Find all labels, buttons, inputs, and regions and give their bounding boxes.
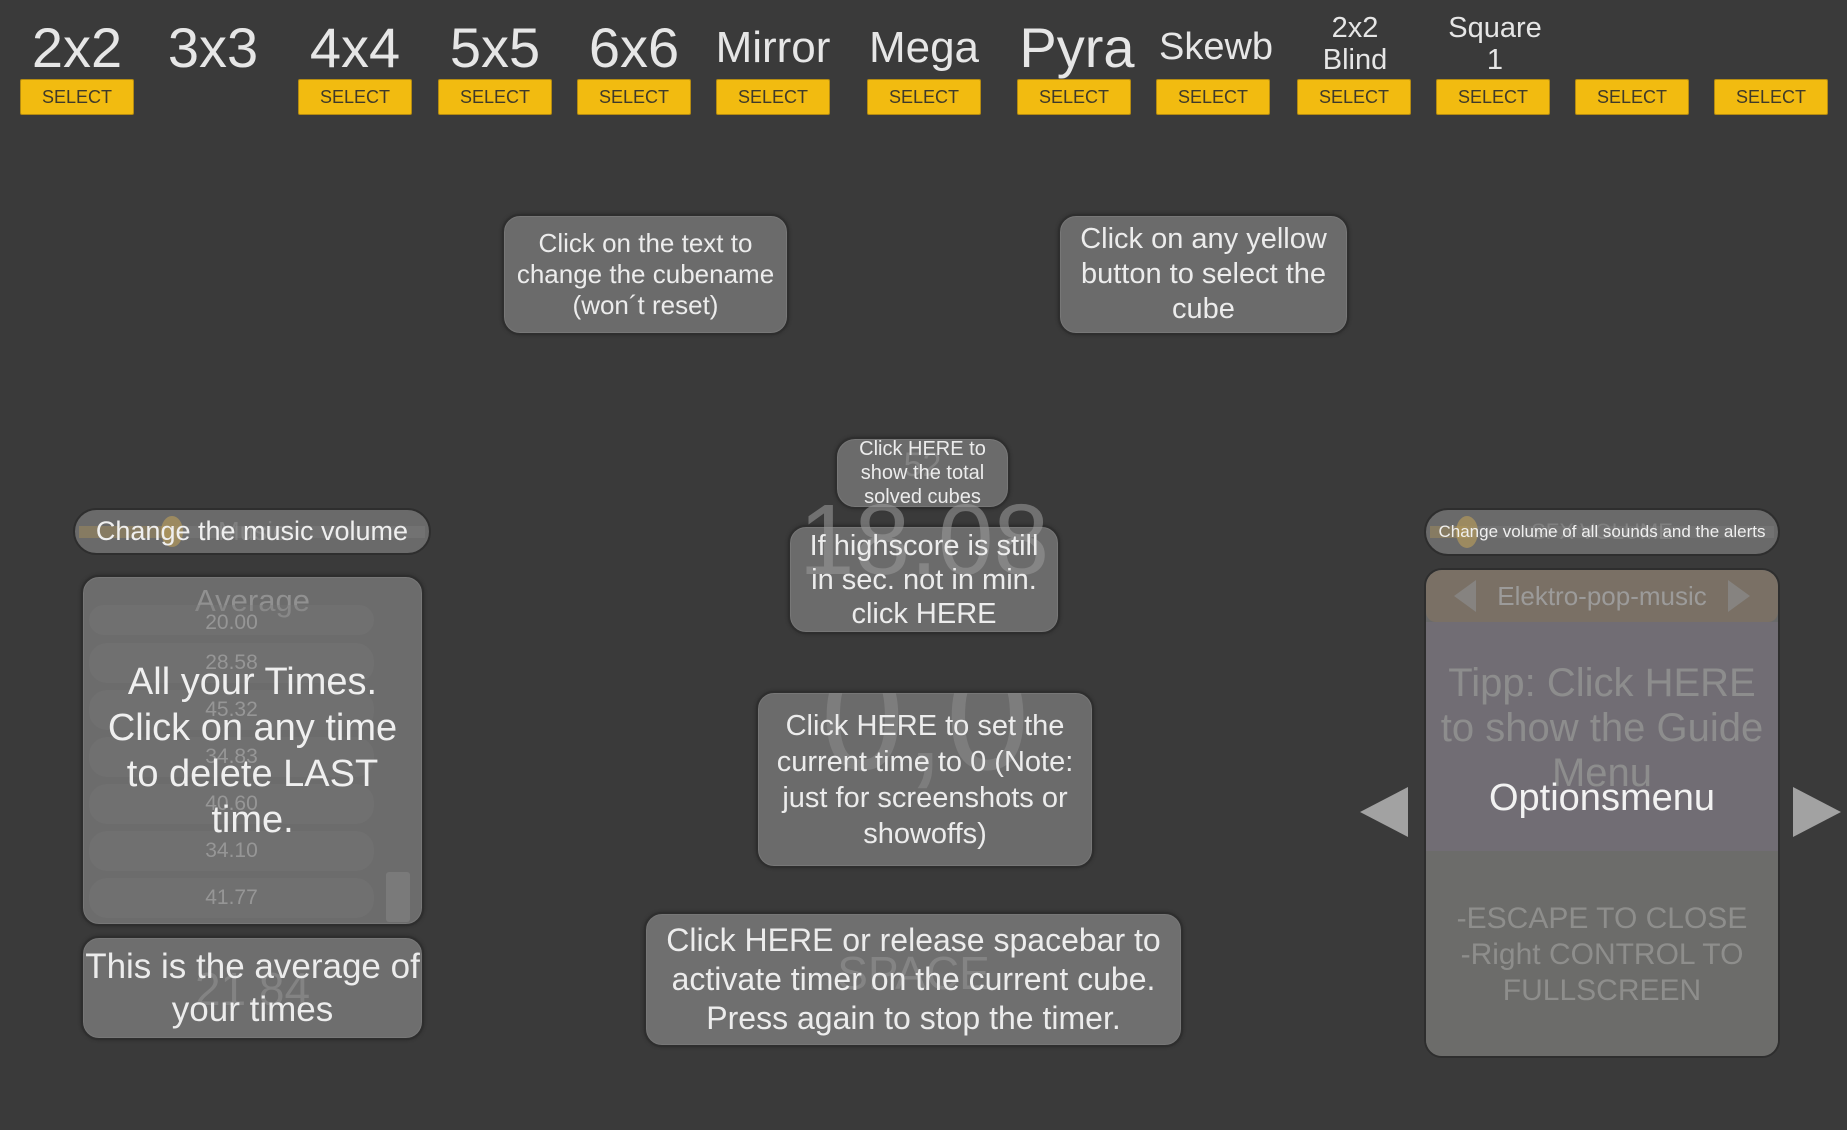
sound-volume-slider[interactable]: SFX VOLUME Change volume of all sounds a… — [1424, 508, 1780, 556]
cube-label-mega[interactable]: Mega — [869, 26, 979, 70]
select-button-4x4[interactable]: SELECT — [298, 79, 412, 115]
music-volume-slider[interactable]: Music Change the music volume — [73, 508, 431, 555]
times-list-tip: All your Times. Click on any time to del… — [107, 661, 398, 841]
total-solved-tip: Click HERE to show the total solved cube… — [859, 438, 986, 508]
music-track-name: Elektro-pop-music — [1497, 580, 1707, 611]
average-tip: This is the average of your times — [85, 947, 420, 1029]
options-hint-escape: -ESCAPE TO CLOSE — [1456, 902, 1748, 935]
cube-label-line: Blind — [1322, 44, 1388, 76]
average-box: 21.84 This is the average of your times — [81, 936, 424, 1040]
highscore-tip: If highscore is still in sec. not in min… — [809, 529, 1039, 630]
cube-label-square-1[interactable]: Square 1 — [1448, 12, 1542, 76]
options-next-arrow-icon[interactable] — [1793, 787, 1841, 837]
select-button-2x2[interactable]: SELECT — [20, 79, 134, 115]
time-entry[interactable]: 41.77 — [89, 878, 374, 918]
times-list-scrollbar[interactable] — [386, 872, 410, 922]
cube-label-2x2[interactable]: 2x2 — [32, 20, 122, 76]
cube-label-line: 1 — [1486, 44, 1504, 76]
cube-label-line: 2x2 — [1331, 12, 1379, 44]
total-solved-button[interactable]: 52 Click HERE to show the total solved c… — [835, 437, 1010, 509]
times-list[interactable]: Average 20.00 28.58 45.32 34.83 40.60 34… — [81, 575, 424, 926]
select-button-mirror[interactable]: SELECT — [716, 79, 830, 115]
music-prev-icon[interactable] — [1454, 580, 1476, 612]
cube-label-5x5[interactable]: 5x5 — [450, 20, 540, 76]
music-volume-label: Change the music volume — [95, 516, 409, 546]
select-button-6x6[interactable]: SELECT — [577, 79, 691, 115]
time-entry[interactable]: 20.00 — [89, 605, 374, 635]
select-button-slot-13[interactable]: SELECT — [1714, 79, 1828, 115]
current-time-button[interactable]: 0,0 Click HERE to set the current time t… — [756, 691, 1094, 868]
timer-button[interactable]: SPACE Click HERE or release spacebar to … — [644, 912, 1183, 1047]
options-menu-title: Optionsmenu — [1488, 777, 1715, 819]
tip-select-text: Click on any yellow button to select the… — [1080, 223, 1327, 325]
select-button-skewb[interactable]: SELECT — [1156, 79, 1270, 115]
tip-cubename-text: Click on the text to change the cubename… — [516, 228, 775, 320]
cube-label-line: Square — [1448, 12, 1542, 44]
options-panel: Elektro-pop-music Tipp: Click HERE to sh… — [1424, 568, 1780, 1058]
select-button-square-1[interactable]: SELECT — [1436, 79, 1550, 115]
guide-menu-tip: Tipp: Click HERE to show the Guide Menu — [1440, 661, 1764, 795]
current-time-tip: Click HERE to set the current time to 0 … — [776, 709, 1074, 850]
guide-menu-button[interactable]: Tipp: Click HERE to show the Guide Menu … — [1426, 622, 1778, 851]
cube-label-3x3[interactable]: 3x3 — [168, 20, 258, 76]
cube-label-pyra[interactable]: Pyra — [1019, 20, 1134, 76]
cube-label-skewb[interactable]: Skewb — [1159, 28, 1273, 66]
tip-select: Click on any yellow button to select the… — [1058, 214, 1349, 335]
select-button-pyra[interactable]: SELECT — [1017, 79, 1131, 115]
music-selector[interactable]: Elektro-pop-music — [1426, 570, 1778, 622]
select-button-mega[interactable]: SELECT — [867, 79, 981, 115]
select-button-slot-12[interactable]: SELECT — [1575, 79, 1689, 115]
sound-volume-label: Change volume of all sounds and the aler… — [1438, 522, 1766, 541]
cube-label-2x2-blind[interactable]: 2x2 Blind — [1323, 12, 1388, 76]
options-prev-arrow-icon[interactable] — [1360, 787, 1408, 837]
highscore-button[interactable]: 18.08 If highscore is still in sec. not … — [788, 490, 1060, 634]
options-hint-fullscreen: -Right CONTROL TO FULLSCREEN — [1460, 938, 1744, 1007]
music-next-icon[interactable] — [1728, 580, 1750, 612]
tip-cubename: Click on the text to change the cubename… — [502, 214, 789, 335]
select-button-2x2-blind[interactable]: SELECT — [1297, 79, 1411, 115]
cube-label-4x4[interactable]: 4x4 — [310, 20, 400, 76]
select-button-5x5[interactable]: SELECT — [438, 79, 552, 115]
cube-label-mirror[interactable]: Mirror — [716, 26, 831, 70]
timer-tip: Click HERE or release spacebar to activa… — [666, 922, 1161, 1036]
cube-label-6x6[interactable]: 6x6 — [589, 20, 679, 76]
options-hints: -ESCAPE TO CLOSE -Right CONTROL TO FULLS… — [1426, 851, 1778, 1056]
